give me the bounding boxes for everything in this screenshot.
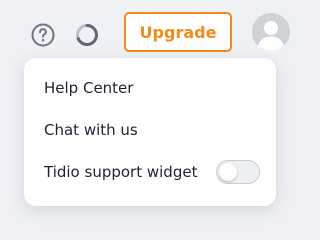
- menu-item-chat-with-us[interactable]: Chat with us: [24, 110, 276, 150]
- toggle-knob: [219, 163, 237, 181]
- help-icon[interactable]: [30, 22, 56, 48]
- support-widget-toggle[interactable]: [216, 160, 260, 184]
- menu-item-support-widget: Tidio support widget: [24, 152, 276, 192]
- help-dropdown-menu: Help Center Chat with us Tidio support w…: [24, 58, 276, 206]
- menu-item-label: Tidio support widget: [44, 163, 198, 181]
- upgrade-button[interactable]: Upgrade: [124, 12, 232, 52]
- progress-ring-icon[interactable]: [74, 22, 100, 48]
- menu-item-help-center[interactable]: Help Center: [24, 68, 276, 108]
- menu-item-label: Help Center: [44, 79, 134, 97]
- user-avatar-icon: [252, 13, 290, 51]
- menu-item-label: Chat with us: [44, 121, 138, 139]
- avatar[interactable]: [252, 13, 290, 51]
